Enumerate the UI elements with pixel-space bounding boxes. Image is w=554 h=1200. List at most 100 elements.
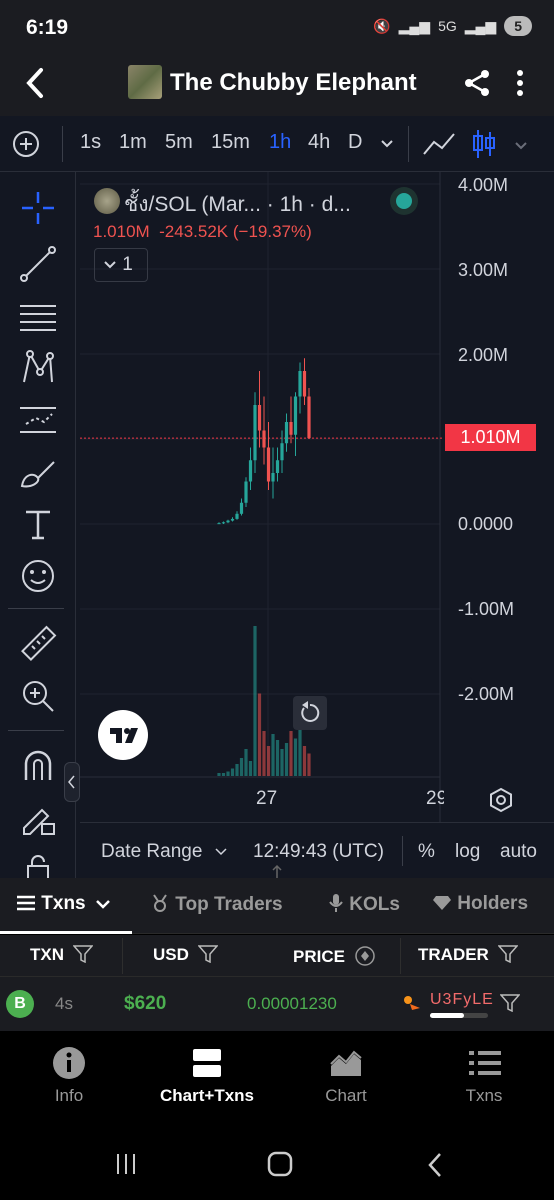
- page-title: The Chubby Elephant: [170, 69, 417, 96]
- chart-type-dropdown[interactable]: [514, 138, 528, 156]
- nav-chart-txns[interactable]: Chart+Txns: [157, 1086, 257, 1106]
- emoji-tool[interactable]: [18, 556, 58, 596]
- lock-tool[interactable]: [18, 852, 58, 878]
- candle-chart-type-button[interactable]: [472, 128, 496, 165]
- reset-chart-button[interactable]: [293, 696, 327, 730]
- nav-info[interactable]: Info: [19, 1086, 119, 1106]
- nav-txns-icon-wrap[interactable]: [468, 1048, 502, 1083]
- pattern-icon: [23, 350, 54, 383]
- filter-icon: [196, 945, 219, 964]
- crosshair-tool[interactable]: [18, 188, 58, 228]
- volume-bar: [235, 764, 239, 776]
- candle-body: [280, 443, 284, 461]
- nav-chart-txns-icon-wrap[interactable]: [192, 1048, 222, 1083]
- volume-bar: [275, 740, 280, 776]
- battery-badge: 5: [504, 16, 532, 36]
- timeframe-5m[interactable]: 5m: [165, 131, 193, 154]
- auto-toggle[interactable]: auto: [500, 841, 537, 863]
- trader-address[interactable]: U3FyLE: [430, 991, 494, 1009]
- recents-button[interactable]: [114, 1152, 138, 1181]
- pattern-tool[interactable]: [18, 348, 58, 388]
- status-icons: 🔇 ▂▄▆ 5G ▂▄▆ 5: [373, 16, 532, 36]
- column-header-txn[interactable]: TXN: [30, 945, 94, 965]
- signal-icon: ▂▄▆: [464, 17, 497, 34]
- filter-trader-button[interactable]: [499, 994, 521, 1017]
- timeframe-d[interactable]: D: [348, 131, 362, 154]
- brush-tool[interactable]: [18, 452, 58, 492]
- active-tab-indicator: [0, 931, 132, 934]
- trader-source-icon: [402, 994, 424, 1017]
- add-indicator-button[interactable]: [12, 130, 40, 163]
- more-menu-button[interactable]: [515, 68, 525, 105]
- share-button[interactable]: [462, 68, 492, 103]
- volume-bar: [239, 758, 244, 776]
- symbol-legend[interactable]: ชั้ง/SOL (Mar... · 1h · d...: [124, 188, 351, 221]
- tab-kols[interactable]: KOLs: [328, 893, 400, 916]
- tab-txns[interactable]: Txns: [16, 893, 111, 915]
- txn-age: 4s: [55, 994, 73, 1013]
- column-header-usd[interactable]: USD: [153, 945, 219, 965]
- nav-txns[interactable]: Txns: [434, 1086, 534, 1106]
- column-header-trader[interactable]: TRADER: [418, 945, 519, 965]
- lock-drawing-tool[interactable]: [18, 798, 58, 838]
- tab-holders[interactable]: Holders: [432, 893, 554, 915]
- chart-settings-button[interactable]: [488, 786, 514, 819]
- kebab-icon: [517, 70, 523, 96]
- trader-progress: [430, 1013, 488, 1018]
- nav-chart-icon-wrap[interactable]: [329, 1048, 363, 1083]
- back-system-button[interactable]: [426, 1152, 444, 1183]
- divider: [8, 608, 64, 609]
- line-chart-type-button[interactable]: [422, 130, 456, 163]
- divider: [408, 126, 409, 162]
- tab-top-traders[interactable]: Top Traders: [150, 893, 283, 916]
- home-icon: [267, 1151, 293, 1177]
- timeframe-1h[interactable]: 1h: [269, 131, 291, 154]
- divider: [400, 938, 401, 974]
- brush-icon: [20, 461, 55, 488]
- filter-icon: [72, 945, 94, 964]
- trendline-icon: [20, 246, 56, 282]
- plus-circle-icon: [13, 131, 39, 157]
- timeframe-dropdown[interactable]: [380, 136, 394, 154]
- chevron-down-icon: [104, 261, 116, 269]
- column-label: USD: [153, 945, 189, 964]
- utc-time[interactable]: 12:49:43 (UTC): [253, 841, 384, 863]
- reset-icon: [301, 701, 320, 722]
- magnet-tool[interactable]: [18, 746, 58, 786]
- back-button[interactable]: [24, 66, 46, 109]
- zoom-tool[interactable]: [18, 676, 58, 716]
- horizontal-lines-icon: [20, 305, 56, 331]
- tradingview-logo[interactable]: [98, 710, 148, 760]
- candle-body: [235, 513, 239, 519]
- prediction-tool[interactable]: [18, 400, 58, 440]
- candlestick-icon: [473, 130, 495, 158]
- nav-chart[interactable]: Chart: [296, 1086, 396, 1106]
- trendline-tool[interactable]: [18, 244, 58, 284]
- divider: [80, 822, 554, 823]
- timeframe-1s[interactable]: 1s: [80, 131, 101, 154]
- status-bar: 6:19 🔇 ▂▄▆ 5G ▂▄▆ 5: [0, 0, 554, 58]
- log-toggle[interactable]: log: [455, 841, 480, 863]
- measure-tool[interactable]: [18, 624, 58, 664]
- chevron-down-icon: [96, 900, 110, 909]
- nav-info-icon-wrap[interactable]: [52, 1046, 86, 1085]
- y-tick-label: 0.0000: [458, 514, 514, 534]
- volume-bar: [293, 738, 298, 776]
- collapse-toolbar-button[interactable]: [64, 762, 80, 802]
- home-button[interactable]: [267, 1151, 293, 1182]
- date-range-button[interactable]: Date Range: [101, 841, 228, 863]
- timeframe-1m[interactable]: 1m: [119, 131, 147, 154]
- text-tool[interactable]: [18, 504, 58, 544]
- indicators-collapse-button[interactable]: 1: [94, 248, 148, 282]
- timeframe-4h[interactable]: 4h: [308, 131, 330, 154]
- indicator-count: 1: [122, 254, 133, 275]
- percent-toggle[interactable]: %: [418, 841, 435, 863]
- column-header-price[interactable]: PRICE: [293, 945, 376, 967]
- volume-bar: [226, 771, 230, 776]
- volume-bar: [230, 768, 235, 776]
- timeframe-15m[interactable]: 15m: [211, 131, 250, 154]
- y-tick-label: 4.00M: [458, 175, 509, 195]
- fib-tool[interactable]: [18, 296, 58, 336]
- candle-body: [298, 371, 302, 397]
- candle-body: [248, 460, 253, 482]
